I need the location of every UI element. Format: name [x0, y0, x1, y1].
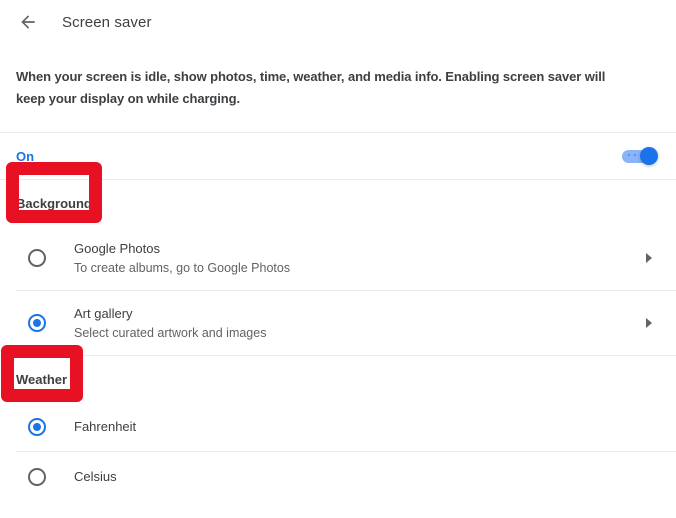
radio-fahrenheit[interactable]: [28, 417, 46, 436]
toggle-track-dots: [628, 154, 636, 158]
screen-saver-state-label: On: [16, 148, 35, 164]
weather-option-celsius-text: Celsius: [74, 467, 656, 486]
screen-saver-toggle[interactable]: [622, 147, 658, 165]
option-subtitle: Select curated artwork and images: [74, 325, 267, 340]
option-title: Celsius: [74, 469, 117, 484]
option-subtitle: To create albums, go to Google Photos: [74, 260, 291, 275]
radio-art-gallery[interactable]: [28, 314, 46, 332]
weather-option-fahrenheit-text: Fahrenheit: [74, 417, 656, 436]
radio-google-photos[interactable]: [28, 249, 46, 267]
section-heading-background: Background: [16, 195, 92, 211]
page-header: Screen saver: [0, 0, 676, 44]
chevron-right-icon[interactable]: [642, 316, 656, 330]
background-option-art-gallery-text: Art gallery Select curated artwork and i…: [74, 304, 642, 343]
radio-celsius[interactable]: [28, 467, 46, 486]
page-title: Screen saver: [62, 13, 152, 31]
back-button[interactable]: [16, 10, 40, 34]
screen-saver-description: When your screen is idle, show photos, t…: [16, 69, 606, 106]
arrow-left-icon: [18, 12, 38, 32]
background-option-art-gallery[interactable]: Art gallery Select curated artwork and i…: [0, 291, 676, 355]
chevron-right-icon[interactable]: [642, 251, 656, 265]
weather-option-fahrenheit[interactable]: Fahrenheit: [0, 402, 676, 451]
toggle-knob: [640, 147, 658, 165]
weather-option-celsius[interactable]: Celsius: [0, 452, 676, 501]
screen-saver-enable-row[interactable]: On: [0, 133, 676, 179]
option-title: Art gallery: [74, 305, 133, 321]
option-title: Fahrenheit: [74, 419, 137, 434]
background-option-google-photos[interactable]: Google Photos To create albums, go to Go…: [0, 226, 676, 290]
section-heading-weather: Weather: [16, 371, 68, 387]
option-title: Google Photos: [74, 240, 161, 256]
background-option-google-photos-text: Google Photos To create albums, go to Go…: [74, 239, 642, 278]
